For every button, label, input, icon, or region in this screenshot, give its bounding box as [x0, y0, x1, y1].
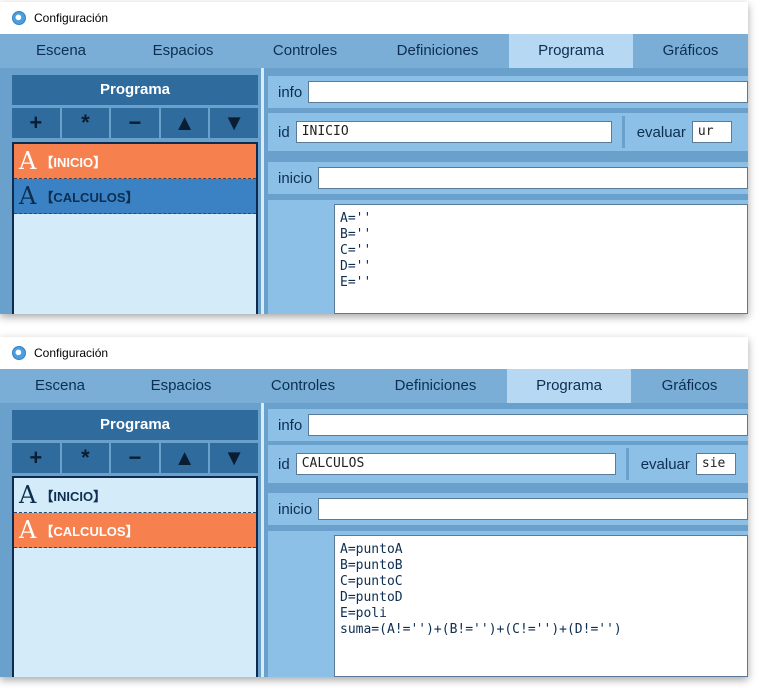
list-item-label: 【INICIO】 [40, 488, 107, 504]
inicio-label: inicio [278, 500, 313, 518]
panel-divider[interactable] [261, 68, 264, 314]
tab-escena[interactable]: Escena [0, 34, 122, 68]
window-title: Configuración [34, 346, 109, 360]
info-row: info [268, 76, 748, 108]
code-line: D='' [340, 259, 372, 274]
id-input[interactable]: CALCULOS [295, 453, 616, 475]
info-label: info [278, 83, 303, 101]
code-area: A='' B='' C='' D='' E='' [268, 200, 748, 314]
app-icon [12, 346, 26, 360]
move-up-button[interactable]: ▲ [160, 108, 209, 138]
program-list: A 【INICIO】 A 【CALCULOS】 [12, 476, 258, 677]
add-button[interactable]: + [12, 108, 60, 138]
title-bar: Configuración [0, 337, 748, 369]
move-down-button[interactable]: ▼ [210, 443, 258, 473]
duplicate-button[interactable]: * [61, 443, 110, 473]
list-item-calculos[interactable]: A 【CALCULOS】 [14, 179, 256, 214]
algorithm-icon: A [19, 182, 37, 210]
inicio-input[interactable] [318, 167, 748, 189]
evaluar-label: evaluar [640, 455, 690, 473]
list-toolbar: + * − ▲ ▼ [12, 108, 258, 138]
tab-escena[interactable]: Escena [0, 369, 120, 403]
panel-title: Programa [12, 75, 258, 105]
code-line: suma=(A!='')+(B!='')+(C!='')+(D!='') [340, 622, 622, 637]
evaluar-select[interactable]: sie [695, 453, 736, 475]
code-line: E=poli [340, 606, 387, 621]
content-area: Programa + * − ▲ ▼ A 【INICIO】 A 【CALCULO… [0, 68, 748, 314]
inicio-input[interactable] [318, 498, 748, 520]
app-icon [12, 11, 26, 25]
tab-espacios[interactable]: Espacios [122, 34, 244, 68]
code-line: B=puntoB [340, 558, 403, 573]
algorithm-icon: A [19, 147, 37, 175]
code-editor[interactable]: A=puntoA B=puntoB C=puntoC D=puntoD E=po… [334, 535, 748, 677]
id-label: id [278, 455, 290, 473]
tab-controles[interactable]: Controles [242, 369, 364, 403]
inicio-row: inicio [268, 162, 748, 194]
program-panel: Programa + * − ▲ ▼ [12, 75, 258, 138]
tab-definiciones[interactable]: Definiciones [366, 34, 509, 68]
duplicate-button[interactable]: * [61, 108, 110, 138]
tab-programa[interactable]: Programa [509, 34, 633, 68]
info-row: info [268, 409, 748, 441]
config-window-1: Configuración Escena Espacios Controles … [0, 2, 748, 314]
move-down-button[interactable]: ▼ [210, 108, 258, 138]
code-area: A=puntoA B=puntoB C=puntoC D=puntoD E=po… [268, 531, 748, 677]
evaluar-label: evaluar [636, 123, 686, 141]
remove-button[interactable]: − [111, 108, 159, 138]
code-line: D=puntoD [340, 590, 403, 605]
remove-button[interactable]: − [111, 443, 159, 473]
code-line: C='' [340, 243, 372, 258]
evaluar-select[interactable]: ur [691, 121, 732, 143]
info-input[interactable] [308, 414, 748, 436]
id-label: id [278, 123, 290, 141]
content-area: Programa + * − ▲ ▼ A 【INICIO】 A 【CALCULO… [0, 403, 748, 677]
code-line: E='' [340, 275, 372, 290]
code-line: A=puntoA [340, 542, 403, 557]
list-item-label: 【CALCULOS】 [40, 189, 139, 205]
inicio-row: inicio [268, 493, 748, 525]
id-row: id CALCULOS evaluar sie [268, 445, 748, 483]
panel-divider[interactable] [261, 403, 264, 677]
code-editor[interactable]: A='' B='' C='' D='' E='' [334, 204, 748, 314]
panel-title: Programa [12, 410, 258, 440]
list-item-calculos[interactable]: A 【CALCULOS】 [14, 513, 256, 548]
algorithm-icon: A [19, 481, 37, 509]
title-bar: Configuración [0, 2, 748, 34]
tab-programa[interactable]: Programa [507, 369, 631, 403]
tab-bar: Escena Espacios Controles Definiciones P… [0, 369, 748, 403]
code-line: C=puntoC [340, 574, 403, 589]
list-item-label: 【CALCULOS】 [40, 523, 139, 539]
code-line: A='' [340, 211, 372, 226]
tab-bar: Escena Espacios Controles Definiciones P… [0, 34, 748, 68]
id-input[interactable]: INICIO [295, 121, 612, 143]
tab-definiciones[interactable]: Definiciones [364, 369, 507, 403]
tab-controles[interactable]: Controles [244, 34, 366, 68]
id-row: id INICIO evaluar ur [268, 113, 748, 151]
info-input[interactable] [308, 81, 748, 103]
program-panel: Programa + * − ▲ ▼ [12, 410, 258, 473]
program-list: A 【INICIO】 A 【CALCULOS】 [12, 142, 258, 314]
move-up-button[interactable]: ▲ [160, 443, 209, 473]
list-toolbar: + * − ▲ ▼ [12, 443, 258, 473]
add-button[interactable]: + [12, 443, 60, 473]
window-title: Configuración [34, 11, 109, 25]
config-window-2: Configuración Escena Espacios Controles … [0, 337, 748, 677]
evaluar-group: evaluar ur [621, 116, 732, 148]
inicio-label: inicio [278, 169, 313, 187]
tab-graficos[interactable]: Gráficos [633, 34, 748, 68]
code-line: B='' [340, 227, 372, 242]
tab-espacios[interactable]: Espacios [120, 369, 242, 403]
tab-graficos[interactable]: Gráficos [631, 369, 748, 403]
algorithm-icon: A [19, 516, 37, 544]
evaluar-group: evaluar sie [625, 448, 736, 480]
list-item-label: 【INICIO】 [40, 154, 107, 170]
list-item-inicio[interactable]: A 【INICIO】 [14, 478, 256, 513]
info-label: info [278, 416, 303, 434]
list-item-inicio[interactable]: A 【INICIO】 [14, 144, 256, 179]
